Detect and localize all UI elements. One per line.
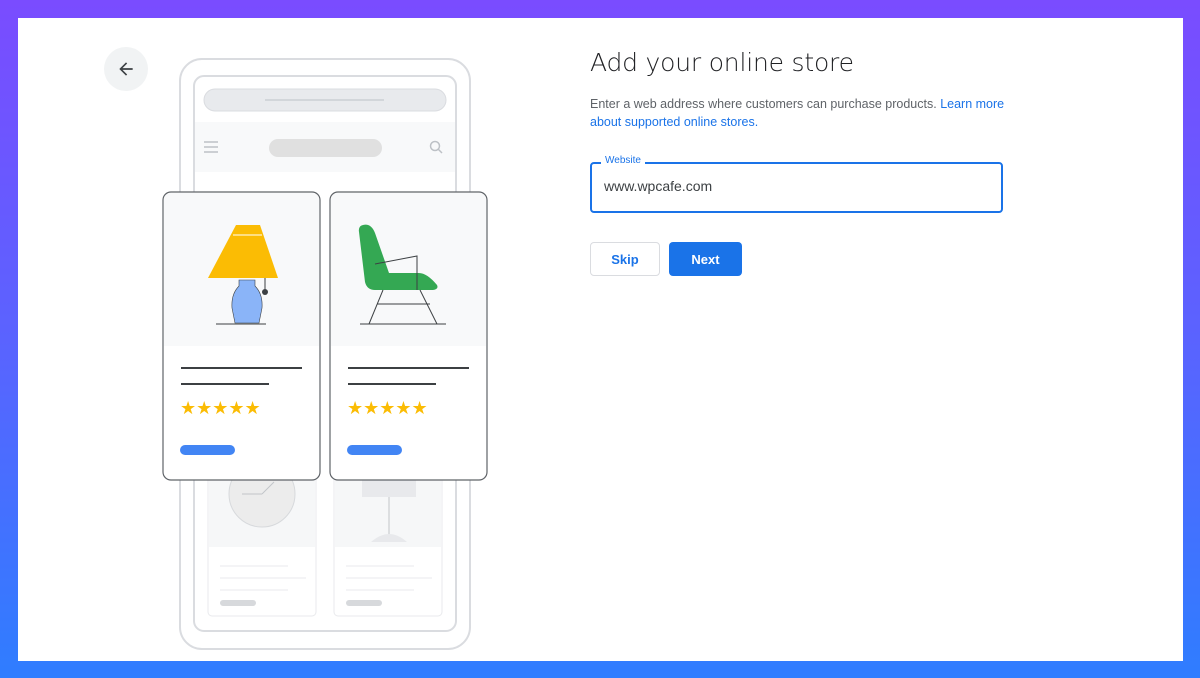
description: Enter a web address where customers can …	[590, 95, 1010, 131]
page: ★★★★★ ★★★★★ Add your online store Enter …	[18, 18, 1183, 661]
cta-bar	[180, 445, 235, 455]
star-rating: ★★★★★	[347, 398, 428, 418]
product-card-lamp: ★★★★★	[162, 191, 321, 481]
skip-button[interactable]: Skip	[590, 242, 660, 276]
product-card-chair: ★★★★★	[329, 191, 488, 481]
arrow-left-icon	[119, 62, 133, 76]
website-field[interactable]: Website	[590, 155, 1003, 213]
website-label: Website	[601, 155, 645, 166]
svg-text:★★★★★: ★★★★★	[180, 398, 261, 418]
store-illustration: ★★★★★ ★★★★★	[162, 58, 488, 650]
description-text: Enter a web address where customers can …	[590, 97, 941, 111]
back-button[interactable]	[104, 47, 148, 91]
next-button[interactable]: Next	[669, 242, 742, 276]
page-title: Add your online store	[590, 48, 854, 77]
cta-bar	[347, 445, 402, 455]
website-input[interactable]	[604, 178, 984, 194]
star-rating: ★★★★★	[180, 398, 261, 418]
svg-text:★★★★★: ★★★★★	[347, 398, 428, 418]
